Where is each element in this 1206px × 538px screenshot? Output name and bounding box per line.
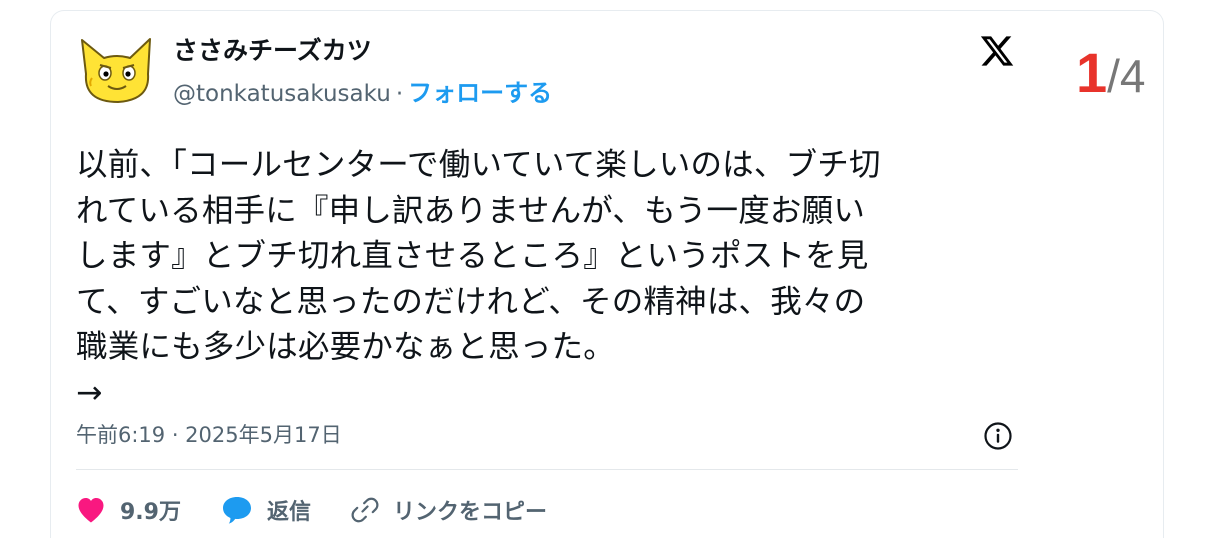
post-text-line: →	[76, 374, 103, 411]
like-count: 9.9万	[120, 500, 181, 525]
divider	[76, 469, 1018, 470]
post-text-line: 以前、「コールセンターで働いていて楽しいのは、ブチ切	[76, 147, 881, 183]
author-handle-row: @tonkatusakusaku · フォローする	[173, 76, 552, 110]
page-counter-total: /4	[1107, 50, 1146, 102]
separator-dot: ·	[395, 81, 404, 107]
page-counter: 1/4	[1076, 38, 1146, 108]
heart-icon	[78, 498, 104, 523]
post-text: 以前、「コールセンターで働いていて楽しいのは、ブチ切 れている相手に『申し訳あり…	[76, 143, 1026, 416]
screenshot-page: ささみチーズカツ @tonkatusakusaku · フォローする 1/4 以前、…	[0, 0, 1206, 538]
post-text-line: て、すごいなと思ったのだけれど、その精神は、我々の	[76, 283, 866, 320]
page-counter-current: 1	[1076, 41, 1108, 104]
reply-label: 返信	[266, 500, 311, 525]
post-timestamp[interactable]: 午前6:19 · 2025年5月17日	[76, 418, 342, 452]
speech-bubble-icon	[222, 497, 251, 524]
post-text-line: 職業にも多少は必要かなぁと思った。	[76, 329, 615, 365]
post-text-line: します』とブチ切れ直させるところ』というポストを見	[76, 238, 869, 274]
reply-button[interactable]: 返信	[221, 494, 311, 526]
copy-link-button[interactable]: リンクをコピー	[351, 494, 547, 526]
action-bar: 9.9万 返信 リンクをコピー	[76, 490, 587, 530]
link-icon	[351, 497, 379, 523]
x-logo-icon[interactable]	[978, 33, 1016, 69]
post-text-line: れている相手に『申し訳ありませんが、もう一度お願い	[76, 192, 866, 229]
author-display-name[interactable]: ささみチーズカツ	[173, 34, 372, 68]
info-icon[interactable]	[983, 421, 1013, 451]
author-handle[interactable]: @tonkatusakusaku	[173, 81, 391, 107]
follow-button[interactable]: フォローする	[408, 79, 552, 107]
copy-link-label: リンクをコピー	[393, 500, 548, 525]
avatar[interactable]	[78, 36, 156, 108]
like-button[interactable]: 9.9万	[76, 494, 181, 526]
